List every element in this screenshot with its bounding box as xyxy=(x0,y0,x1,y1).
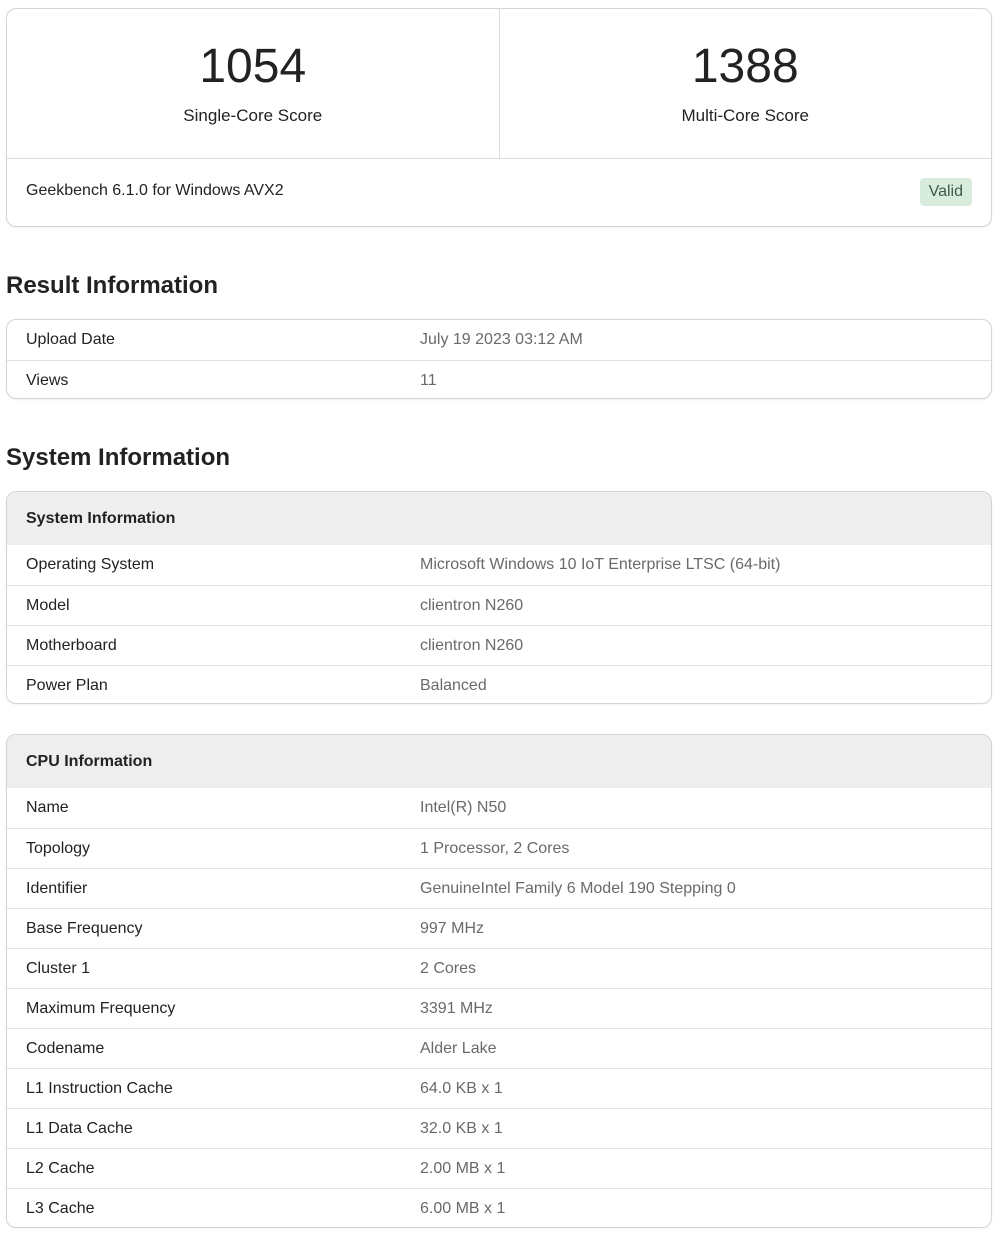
row-value: July 19 2023 03:12 AM xyxy=(420,331,583,348)
table-row: Views 11 xyxy=(7,360,991,398)
row-key: Views xyxy=(26,371,69,389)
row-value: 3391 MHz xyxy=(420,999,493,1017)
status-badge: Valid xyxy=(919,178,972,206)
row-key: Motherboard xyxy=(26,636,117,654)
row-value: 11 xyxy=(420,371,437,389)
row-value: Intel(R) N50 xyxy=(420,799,507,816)
row-value: 2.00 MB x 1 xyxy=(420,1159,506,1177)
system-information-heading: System Information xyxy=(6,444,231,471)
score-card: 1054 Single-Core Score 1388 Multi-Core S… xyxy=(6,8,992,227)
row-value: Alder Lake xyxy=(420,1039,497,1057)
row-key: Cluster 1 xyxy=(26,959,91,977)
row-key: Power Plan xyxy=(26,676,108,694)
table-row: Upload Date July 19 2023 03:12 AM xyxy=(7,320,991,360)
multi-core-score: 1388 Multi-Core Score xyxy=(498,9,992,158)
table-row: Base Frequency 997 MHz xyxy=(7,908,991,948)
row-value: Microsoft Windows 10 IoT Enterprise LTSC… xyxy=(420,556,781,573)
table-body: Name Intel(R) N50 Topology 1 Processor, … xyxy=(7,788,991,1227)
row-value: 2 Cores xyxy=(420,959,477,977)
row-value: 64.0 KB x 1 xyxy=(420,1079,503,1097)
table-row: Power Plan Balanced xyxy=(7,665,991,703)
table-row: Model clientron N260 xyxy=(7,585,991,625)
system-information-table: System Information Operating System Micr… xyxy=(6,491,992,704)
row-key: Identifier xyxy=(26,879,88,897)
version-row: Geekbench 6.1.0 for Windows AVX2 Valid xyxy=(7,159,991,226)
row-value: clientron N260 xyxy=(420,596,524,614)
table-row: Identifier GenuineIntel Family 6 Model 1… xyxy=(7,868,991,908)
row-key: L1 Data Cache xyxy=(26,1119,133,1137)
row-key: Codename xyxy=(26,1039,105,1057)
single-core-score-label: Single-Core Score xyxy=(183,106,323,125)
row-key: L1 Instruction Cache xyxy=(26,1079,173,1097)
scores-row: 1054 Single-Core Score 1388 Multi-Core S… xyxy=(7,9,991,159)
multi-core-score-value: 1388 xyxy=(691,40,799,93)
table-row: Maximum Frequency 3391 MHz xyxy=(7,988,991,1028)
row-key: Maximum Frequency xyxy=(26,999,176,1017)
single-core-score-value: 1054 xyxy=(199,40,307,93)
row-key: Model xyxy=(26,596,70,614)
row-value: 6.00 MB x 1 xyxy=(420,1199,506,1217)
row-value: GenuineIntel Family 6 Model 190 Stepping… xyxy=(420,879,736,897)
row-value: 997 MHz xyxy=(420,919,485,937)
row-key: L3 Cache xyxy=(26,1199,95,1217)
row-key: Name xyxy=(26,799,69,816)
table-row: Operating System Microsoft Windows 10 Io… xyxy=(7,545,991,585)
table-row: Codename Alder Lake xyxy=(7,1028,991,1068)
row-key: L2 Cache xyxy=(26,1159,95,1177)
table-row: Cluster 1 2 Cores xyxy=(7,948,991,988)
table-row: L2 Cache 2.00 MB x 1 xyxy=(7,1148,991,1188)
table-row: Topology 1 Processor, 2 Cores xyxy=(7,828,991,868)
table-row: L1 Data Cache 32.0 KB x 1 xyxy=(7,1108,991,1148)
benchmark-version: Geekbench 6.1.0 for Windows AVX2 xyxy=(26,182,284,199)
multi-core-score-label: Multi-Core Score xyxy=(681,106,810,125)
table-row: Name Intel(R) N50 xyxy=(7,788,991,828)
row-key: Upload Date xyxy=(26,331,115,348)
result-information-table: Upload Date July 19 2023 03:12 AM Views … xyxy=(6,319,992,399)
card-header: CPU Information xyxy=(7,735,991,788)
row-key: Base Frequency xyxy=(26,919,143,937)
row-value: clientron N260 xyxy=(420,636,524,654)
single-core-score: 1054 Single-Core Score xyxy=(7,9,499,158)
row-value: Balanced xyxy=(420,676,487,694)
table-body: Operating System Microsoft Windows 10 Io… xyxy=(7,545,991,703)
cpu-information-table: CPU Information Name Intel(R) N50 Topolo… xyxy=(6,734,992,1228)
row-value: 1 Processor, 2 Cores xyxy=(420,839,570,857)
row-key: Topology xyxy=(26,839,91,857)
result-information-heading: Result Information xyxy=(6,272,219,299)
table-row: L1 Instruction Cache 64.0 KB x 1 xyxy=(7,1068,991,1108)
row-value: 32.0 KB x 1 xyxy=(420,1119,503,1137)
table-row: Motherboard clientron N260 xyxy=(7,625,991,665)
row-key: Operating System xyxy=(26,556,155,573)
card-header: System Information xyxy=(7,492,991,545)
table-row: L3 Cache 6.00 MB x 1 xyxy=(7,1188,991,1227)
